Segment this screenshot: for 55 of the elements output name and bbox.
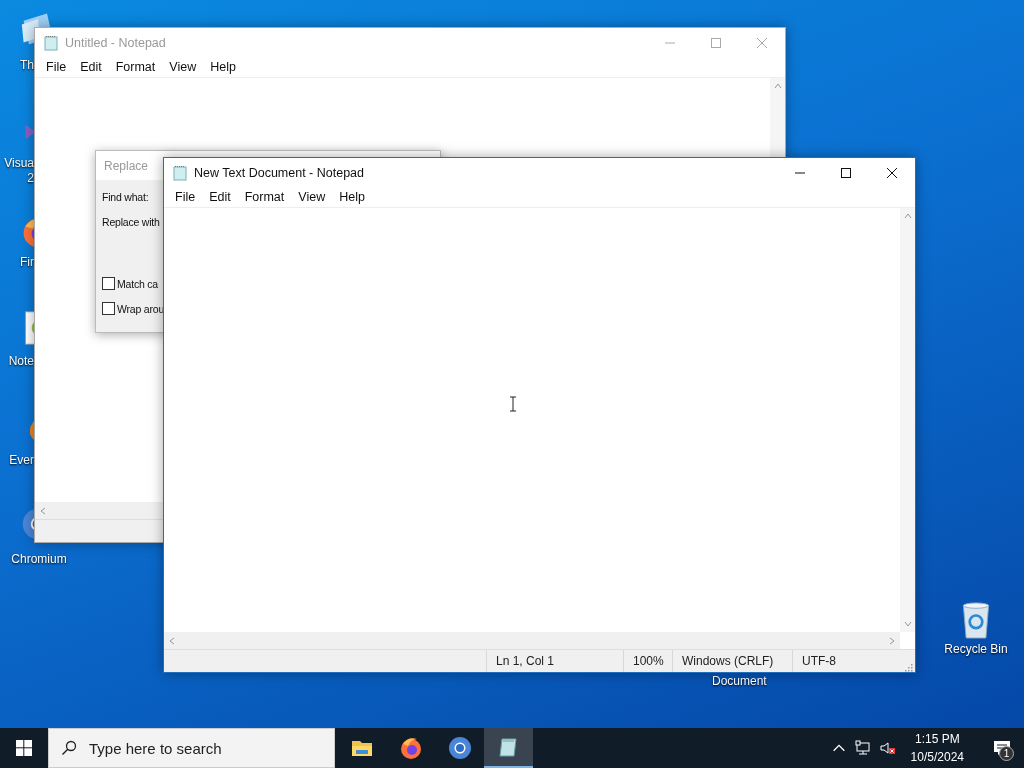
clock-time[interactable]: 1:15 PM (914, 730, 960, 748)
scroll-up-icon[interactable] (773, 82, 782, 90)
network-icon[interactable] (854, 740, 871, 756)
search-field[interactable]: Type here to search (87, 738, 321, 758)
desktop-icon-label[interactable]: Recycle Bin (944, 642, 1008, 656)
scroll-left-icon[interactable] (39, 506, 47, 515)
window-title: New Text Document - Notepad (194, 165, 364, 180)
windows-logo-icon (16, 740, 32, 756)
field-label: Find what: (102, 191, 149, 203)
dialog-title: Replace (104, 158, 149, 173)
menu-item[interactable]: Format (109, 60, 162, 74)
menu-item[interactable]: File (40, 60, 73, 74)
desktop-icon-label[interactable]: Document (712, 674, 767, 688)
status-field: Windows (CRLF) (672, 650, 792, 672)
text-cursor-icon (509, 396, 517, 412)
search-box[interactable]: Type here to search (48, 728, 335, 768)
window-title: Untitled - Notepad (65, 35, 166, 50)
menu-item[interactable]: Help (333, 190, 371, 204)
vertical-scrollbar[interactable] (900, 208, 915, 632)
desktop-icon-label[interactable]: Th (0, 58, 34, 73)
notification-button[interactable]: 1 (980, 728, 1024, 768)
search-icon (61, 740, 77, 756)
notepad-icon (172, 164, 188, 181)
muted-speaker-icon[interactable] (878, 740, 895, 756)
status-field: 100% (623, 650, 672, 672)
menu-item[interactable]: View (163, 60, 203, 74)
taskbar-app-button[interactable] (484, 728, 533, 768)
desktop-icon-label[interactable]: Note (0, 354, 34, 369)
checkbox[interactable] (102, 302, 115, 315)
firefox-icon (398, 736, 423, 760)
chromium-icon (447, 736, 472, 760)
desktop-icon-label[interactable]: Ever (0, 453, 34, 468)
scroll-left-icon[interactable] (168, 636, 176, 645)
clock-date[interactable]: 10/5/2024 (910, 748, 964, 766)
desktop-icon-label[interactable]: Chromium (0, 552, 78, 567)
menu-item[interactable]: Format (238, 190, 291, 204)
checkbox[interactable] (102, 277, 115, 290)
status-field: Ln 1, Col 1 (486, 650, 623, 672)
notepad-icon (43, 34, 59, 51)
scroll-down-icon[interactable] (903, 620, 912, 628)
horizontal-scrollbar[interactable] (164, 632, 900, 649)
notification-badge: 1 (999, 746, 1014, 761)
menu-item[interactable]: File (169, 190, 202, 204)
desktop-icon-label[interactable]: Fir (0, 255, 34, 270)
status-field: UTF-8 (792, 650, 903, 672)
menu-item[interactable]: View (292, 190, 332, 204)
menu-item[interactable]: Edit (74, 60, 108, 74)
desktop-icon-label[interactable]: Visua 2 (0, 156, 34, 186)
scroll-up-icon[interactable] (903, 212, 912, 220)
resize-grip-icon[interactable] (903, 662, 913, 672)
menu-item[interactable]: Edit (203, 190, 237, 204)
checkbox-label[interactable]: Match ca (117, 277, 158, 290)
field-label: Replace with (102, 216, 160, 228)
menu-item[interactable]: Help (204, 60, 242, 74)
scroll-right-icon[interactable] (888, 636, 896, 645)
